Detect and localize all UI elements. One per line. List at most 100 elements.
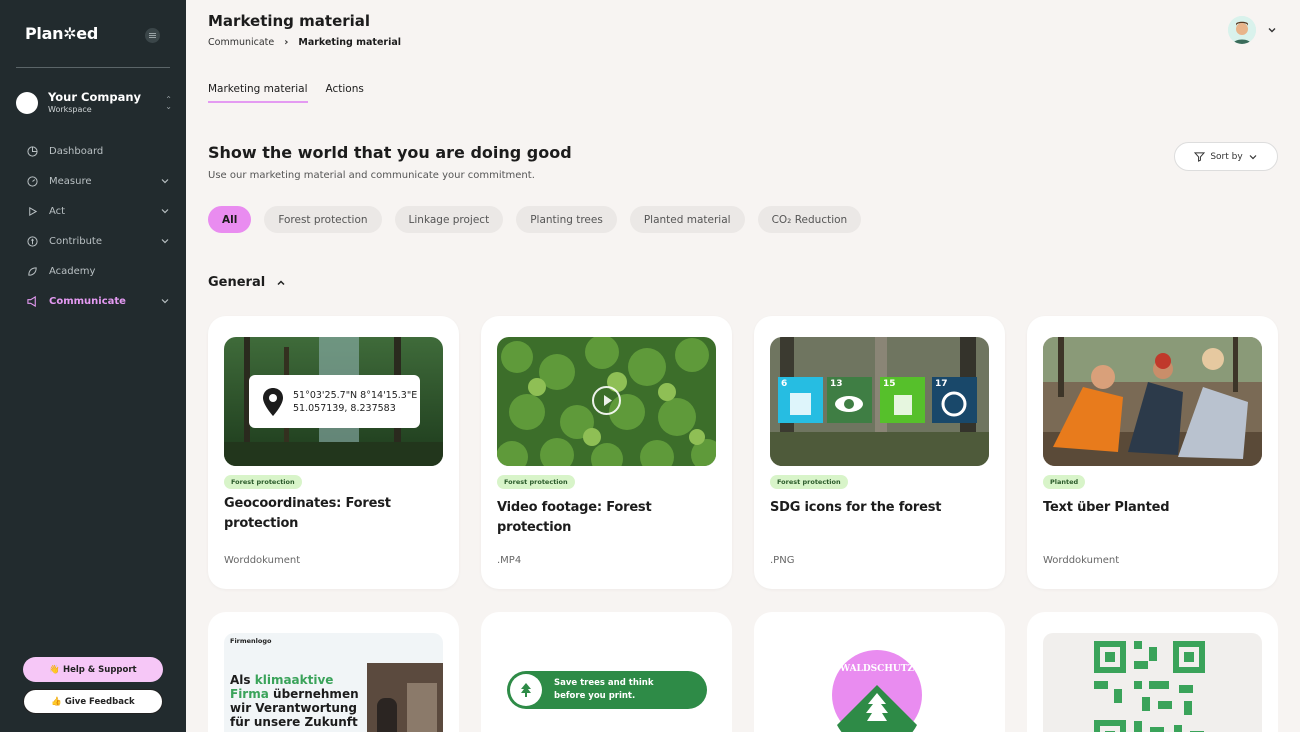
chevron-down-icon (161, 179, 169, 184)
preview-text: wir Verantwortung (230, 701, 358, 715)
coin-icon (25, 234, 39, 248)
avatar[interactable] (1228, 16, 1256, 44)
map-pin-icon (263, 387, 283, 416)
preview-highlight: Firma (230, 687, 269, 701)
tab-marketing-material[interactable]: Marketing material (208, 83, 308, 103)
sidebar-item-contribute[interactable]: Contribute (16, 226, 176, 256)
sidebar-item-label: Communicate (49, 295, 126, 307)
file-type: .PNG (770, 555, 795, 566)
sidebar-item-measure[interactable]: Measure (16, 166, 176, 196)
file-type: Worddokument (224, 555, 301, 566)
sdg-number: 17 (935, 379, 948, 389)
filter-chip-forest-protection[interactable]: Forest protection (264, 206, 382, 233)
material-card[interactable]: 51°03'25.7"N 8°14'15.3"E 51.057139, 8.23… (208, 316, 459, 589)
brand-logo[interactable]: Plan✲ed (25, 24, 98, 43)
sidebar-item-act[interactable]: Act (16, 196, 176, 226)
filter-chip-linkage-project[interactable]: Linkage project (394, 206, 504, 233)
chevron-right-icon: › (284, 37, 289, 48)
collapse-sidebar-button[interactable] (145, 28, 160, 43)
chevron-down-icon (1249, 154, 1257, 159)
filter-chip-co2-reduction[interactable]: CO₂ Reduction (757, 206, 862, 233)
sort-by-button[interactable]: Sort by (1174, 142, 1278, 171)
main-content: Marketing material Communicate › Marketi… (186, 0, 1300, 732)
sdg-number: 15 (883, 379, 896, 389)
material-card[interactable]: WALDSCHUTZ (754, 612, 1005, 732)
category-badge: Planted (1043, 475, 1086, 489)
pie-chart-icon (25, 144, 39, 158)
sidebar-item-label: Contribute (49, 235, 103, 247)
category-badge: Forest protection (770, 475, 848, 489)
material-card[interactable]: Save trees and think before you print. (481, 612, 732, 732)
card-title: SDG icons for the forest (770, 500, 942, 515)
forest-video-thumbnail (497, 337, 716, 466)
preview-text: für unsere Zukunft (230, 715, 358, 729)
play-icon[interactable] (592, 386, 621, 415)
sidebar-divider (16, 67, 170, 68)
preview-headline: Als klimaaktive Firma übernehmen wir Ver… (230, 673, 359, 729)
banner-line: Save trees and think (554, 678, 654, 688)
sidebar-item-label: Dashboard (49, 145, 104, 157)
preview-text: übernehmen (268, 687, 359, 701)
coord-dms: 51°03'25.7"N 8°14'15.3"E (293, 389, 418, 401)
workspace-switcher[interactable]: Your Company Workspace ⌃ ⌄ (16, 88, 172, 118)
sidebar-item-dashboard[interactable]: Dashboard (16, 136, 176, 166)
company-logo-preview: Firmenlogo Als klimaaktive Firma überneh… (224, 633, 443, 732)
tabs: Marketing material Actions (208, 83, 382, 103)
help-support-button[interactable]: 👋 Help & Support (23, 657, 163, 682)
sidebar-item-label: Measure (49, 175, 92, 187)
breadcrumb: Communicate › Marketing material (208, 37, 401, 48)
chevron-down-icon (161, 299, 169, 304)
file-type: Worddokument (1043, 555, 1120, 566)
tab-actions[interactable]: Actions (326, 83, 364, 103)
file-type: .MP4 (497, 555, 522, 566)
section-subtitle: Use our marketing material and communica… (208, 170, 535, 181)
card-title: Video footage: Forest protection (497, 500, 652, 535)
waldschutz-seal-icon: WALDSCHUTZ (832, 650, 922, 732)
sidebar-item-academy[interactable]: Academy (16, 256, 176, 286)
filter-chip-planted-material[interactable]: Planted material (629, 206, 745, 233)
preview-highlight: klimaaktive (254, 673, 334, 687)
chevron-updown-icon: ⌃ ⌄ (165, 95, 172, 111)
material-card[interactable]: 6 13 15 17 Forest protection SDG icons f… (754, 316, 1005, 589)
chevron-down-icon[interactable] (1266, 24, 1278, 36)
card-title: Text über Planted (1043, 500, 1170, 515)
filter-chips: All Forest protection Linkage project Pl… (208, 206, 874, 233)
filter-icon (1194, 152, 1206, 162)
save-trees-banner: Save trees and think before you print. (507, 671, 707, 709)
workspace-name: Your Company (48, 90, 142, 104)
workspace-sub: Workspace (48, 105, 92, 114)
breadcrumb-item-current: Marketing material (298, 37, 402, 48)
give-feedback-button[interactable]: 👍 Give Feedback (23, 689, 163, 714)
sidebar-item-communicate[interactable]: Communicate (16, 286, 176, 316)
material-card[interactable]: Firmenlogo Als klimaaktive Firma überneh… (208, 612, 459, 732)
material-card[interactable] (1027, 612, 1278, 732)
sidebar-nav: Dashboard Measure Act Contribute Academy (16, 136, 176, 316)
planting-people-image (1043, 337, 1262, 466)
category-badge: Forest protection (224, 475, 302, 489)
card-title: Geocoordinates: Forest protection (224, 496, 391, 531)
group-title: General (208, 275, 266, 290)
gauge-icon (25, 174, 39, 188)
sort-by-label: Sort by (1210, 151, 1243, 162)
category-badge: Forest protection (497, 475, 575, 489)
section-title: Show the world that you are doing good (208, 143, 572, 162)
breadcrumb-item-communicate[interactable]: Communicate (208, 37, 274, 48)
material-card[interactable]: Planted Text über Planted Worddokument (1027, 316, 1278, 589)
sidebar-item-label: Academy (49, 265, 96, 277)
page-title: Marketing material (208, 12, 371, 30)
sidebar: Plan✲ed Your Company Workspace ⌃ ⌄ Dashbo… (0, 0, 186, 732)
coord-decimal: 51.057139, 8.237583 (293, 402, 396, 414)
filter-chip-all[interactable]: All (208, 206, 252, 233)
material-card[interactable]: Forest protection Video footage: Forest … (481, 316, 732, 589)
chevron-up-icon (277, 279, 285, 285)
group-toggle-general[interactable]: General (208, 275, 287, 290)
sdg-icons-image: 6 13 15 17 (770, 337, 989, 466)
workspace-avatar (16, 92, 38, 114)
tree-icon (510, 674, 542, 706)
user-menu[interactable] (1228, 16, 1278, 44)
sdg-number: 13 (830, 379, 843, 389)
megaphone-icon (25, 294, 39, 308)
filter-chip-planting-trees[interactable]: Planting trees (516, 206, 617, 233)
play-icon (25, 204, 39, 218)
chevron-down-icon (161, 209, 169, 214)
